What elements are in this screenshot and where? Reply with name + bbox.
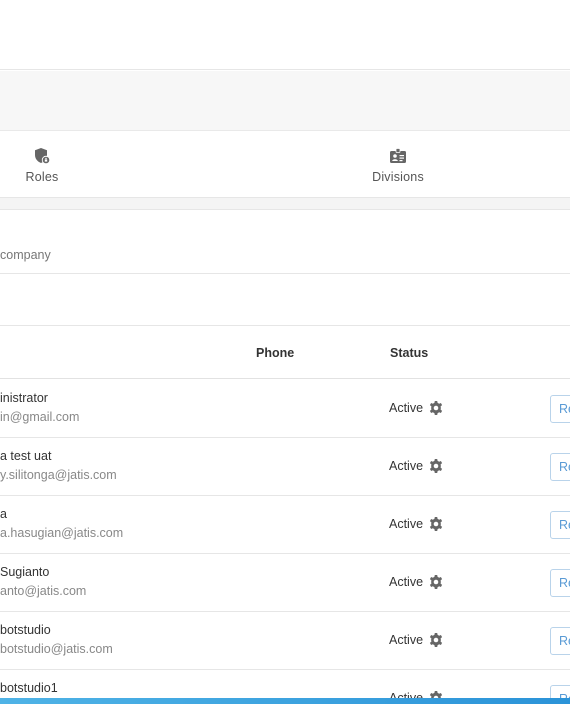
row-action-button[interactable]: Re: [550, 453, 570, 481]
user-name: a test uat: [0, 449, 52, 463]
user-email: anto@jatis.com: [0, 584, 87, 598]
status-cell: Active: [389, 516, 444, 532]
company-label: company: [0, 248, 51, 262]
user-name: a: [0, 507, 7, 521]
status-text: Active: [389, 401, 424, 415]
user-name: Sugianto: [0, 565, 50, 579]
company-row: company: [0, 211, 570, 274]
user-email: in@gmail.com: [0, 410, 80, 424]
table-header: Phone Status: [0, 327, 570, 379]
user-email: y.silitonga@jatis.com: [0, 468, 117, 482]
column-header-phone: Phone: [256, 346, 295, 360]
user-name: botstudio1: [0, 681, 58, 695]
gear-icon[interactable]: [428, 574, 444, 590]
table-row: a a.hasugian@jatis.com Active Re: [0, 496, 570, 554]
table-row: Sugianto anto@jatis.com Active Re: [0, 554, 570, 612]
gear-icon[interactable]: [428, 400, 444, 416]
table-row: botstudio botstudio@jatis.com Active Re: [0, 612, 570, 670]
user-name: inistrator: [0, 391, 48, 405]
gear-icon[interactable]: [428, 516, 444, 532]
status-cell: Active: [389, 400, 444, 416]
tab-divisions-label: Divisions: [372, 170, 424, 184]
row-action-button[interactable]: Re: [550, 627, 570, 655]
gear-icon[interactable]: [428, 458, 444, 474]
gear-icon[interactable]: [428, 632, 444, 648]
user-name: botstudio: [0, 623, 51, 637]
user-email: a.hasugian@jatis.com: [0, 526, 124, 540]
top-area: [0, 0, 570, 70]
status-text: Active: [389, 575, 424, 589]
status-cell: Active: [389, 574, 444, 590]
status-cell: Active: [389, 632, 444, 648]
table-row: a test uat y.silitonga@jatis.com Active …: [0, 438, 570, 496]
row-action-button[interactable]: Re: [550, 569, 570, 597]
shield-lock-icon: [35, 148, 51, 165]
row-action-button[interactable]: Re: [550, 395, 570, 423]
row-action-button[interactable]: Re: [550, 511, 570, 539]
id-badge-icon: [390, 148, 406, 163]
status-cell: Active: [389, 458, 444, 474]
tab-roles[interactable]: Roles: [12, 132, 72, 198]
tab-roles-label: Roles: [25, 170, 59, 184]
table-row: inistrator in@gmail.com Active Re: [0, 380, 570, 438]
status-text: Active: [389, 459, 424, 473]
settings-tabs: Roles Divisions: [0, 132, 570, 198]
status-text: Active: [389, 517, 424, 531]
status-text: Active: [389, 633, 424, 647]
users-table: inistrator in@gmail.com Active Re a test…: [0, 380, 570, 704]
column-header-status: Status: [390, 346, 429, 360]
bottom-progress-bar: [0, 698, 570, 704]
user-email: botstudio@jatis.com: [0, 642, 113, 656]
toolbar-area: [0, 275, 570, 326]
section-divider: [0, 198, 570, 210]
tab-divisions[interactable]: Divisions: [362, 132, 434, 198]
header-band: [0, 71, 570, 131]
